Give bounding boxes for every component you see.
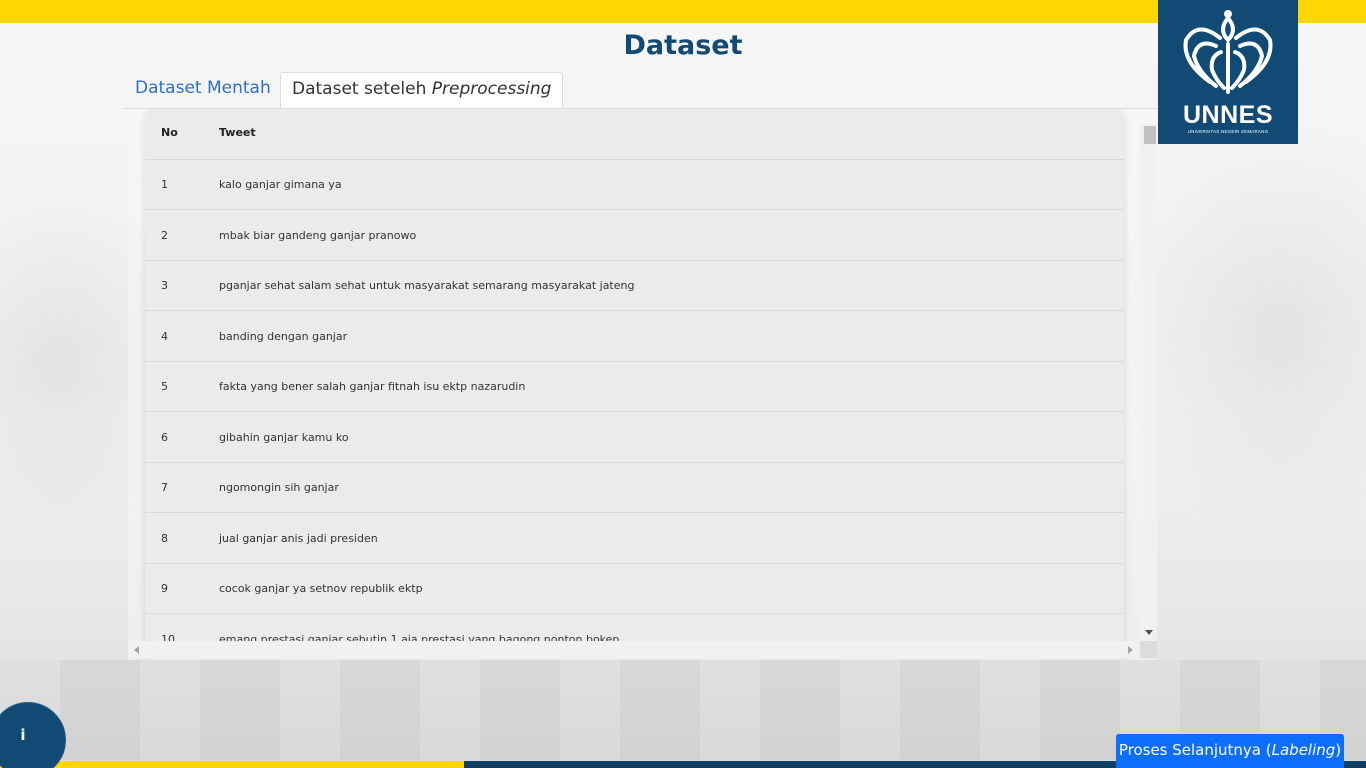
cell-no: 7 [161, 481, 168, 494]
table-header-row: No Tweet [145, 109, 1124, 160]
logo-subtitle: UNIVERSITAS NEGERI SEMARANG [1187, 129, 1269, 134]
cell-tweet: ngomongin sih ganjar [219, 481, 339, 494]
scroll-down-arrow-icon[interactable] [1145, 630, 1153, 635]
cell-no: 5 [161, 380, 168, 393]
tab-bar: Dataset Mentah Dataset seteleh Preproces… [124, 72, 1158, 110]
tab-preprocessing-label-italic: Preprocessing [431, 79, 552, 99]
logo-title: UNNES [1182, 101, 1273, 129]
cell-no: 1 [161, 178, 168, 191]
next-process-button[interactable]: Proses Selanjutnya (Labeling) [1116, 734, 1344, 768]
table-row: 8 jual ganjar anis jadi presiden [145, 513, 1124, 564]
bottom-accent-bar-yellow [0, 761, 464, 768]
cell-no: 8 [161, 532, 168, 545]
column-header-tweet: Tweet [219, 126, 256, 139]
cell-no: 4 [161, 330, 168, 343]
scroll-left-arrow-icon[interactable] [134, 646, 139, 654]
vertical-scrollbar[interactable] [1140, 124, 1157, 641]
table-row: 5 fakta yang bener salah ganjar fitnah i… [145, 361, 1124, 412]
table-row: 2 mbak biar gandeng ganjar pranowo [145, 210, 1124, 261]
cell-no: 2 [161, 229, 168, 242]
cell-tweet: mbak biar gandeng ganjar pranowo [219, 229, 417, 242]
tab-preprocessing-label: Dataset seteleh [292, 79, 432, 99]
column-header-no: No [161, 126, 178, 139]
cell-tweet: gibahin ganjar kamu ko [219, 431, 349, 444]
next-button-label-italic: Labeling [1271, 741, 1336, 759]
page-title: Dataset [623, 30, 743, 61]
dataset-table: No Tweet 1 kalo ganjar gimana ya 2 mbak … [145, 109, 1124, 660]
next-button-label: Proses Selanjutnya ( [1118, 741, 1272, 759]
table-row: 9 cocok ganjar ya setnov republik ektp [145, 563, 1124, 614]
horizontal-scrollbar[interactable] [128, 641, 1140, 658]
table-row: 3 pganjar sehat salam sehat untuk masyar… [145, 260, 1124, 311]
next-button-label-close: ) [1335, 741, 1342, 759]
cell-tweet: cocok ganjar ya setnov republik ektp [219, 582, 423, 595]
cell-no: 6 [161, 431, 168, 444]
cell-tweet: pganjar sehat salam sehat untuk masyarak… [219, 279, 635, 292]
scroll-right-arrow-icon[interactable] [1128, 646, 1133, 654]
cell-tweet: banding dengan ganjar [219, 330, 348, 343]
unnes-logo: UNNES UNIVERSITAS NEGERI SEMARANG [1158, 0, 1298, 144]
vertical-scrollbar-thumb[interactable] [1144, 126, 1156, 144]
table-row: 4 banding dengan ganjar [145, 311, 1124, 362]
table-row: 1 kalo ganjar gimana ya [145, 159, 1124, 210]
scrollbar-corner [1140, 641, 1157, 658]
cell-no: 9 [161, 582, 168, 595]
cell-tweet: kalo ganjar gimana ya [219, 178, 342, 191]
info-icon: i [20, 726, 26, 744]
cell-tweet: jual ganjar anis jadi presiden [219, 532, 378, 545]
table-scroll-container[interactable]: No Tweet 1 kalo ganjar gimana ya 2 mbak … [128, 109, 1157, 660]
table-row: 7 ngomongin sih ganjar [145, 462, 1124, 513]
table-row: 6 gibahin ganjar kamu ko [145, 412, 1124, 463]
cell-tweet: fakta yang bener salah ganjar fitnah isu… [219, 380, 526, 393]
cell-no: 3 [161, 279, 168, 292]
tab-dataset-mentah[interactable]: Dataset Mentah [124, 72, 282, 108]
tab-dataset-preprocessing[interactable]: Dataset seteleh Preprocessing [280, 72, 564, 110]
